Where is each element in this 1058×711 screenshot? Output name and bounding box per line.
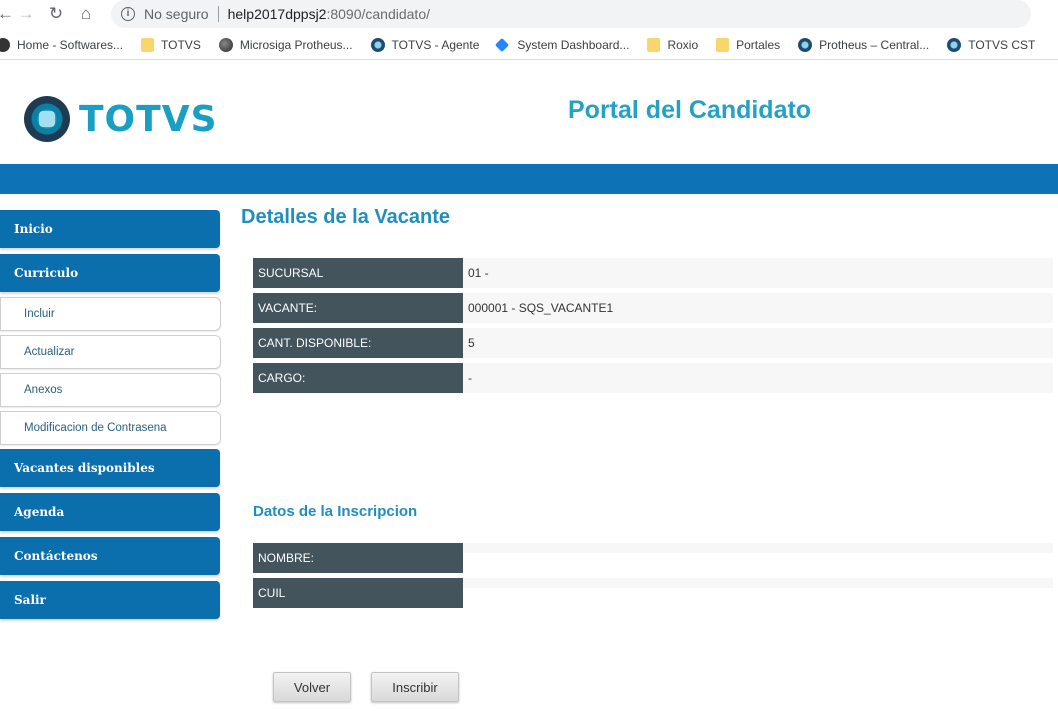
bookmark-label: System Dashboard... bbox=[517, 37, 630, 52]
globe-icon bbox=[218, 37, 233, 52]
detail-label: CANT. DISPONIBLE: bbox=[253, 328, 463, 358]
bookmark-label: TOTVS CST bbox=[968, 37, 1036, 52]
address-separator bbox=[217, 6, 219, 22]
info-icon[interactable]: i bbox=[121, 7, 135, 21]
detail-value: 5 bbox=[463, 328, 1053, 358]
detail-row-cargo: CARGO: - bbox=[253, 363, 1053, 393]
inscription-value bbox=[463, 543, 1053, 553]
sidebar-subitem-anexos[interactable]: Anexos bbox=[0, 373, 221, 407]
inscribir-button[interactable]: Inscribir bbox=[371, 672, 459, 702]
bookmark-portales[interactable]: Portales bbox=[716, 37, 781, 52]
inscription-section-title: Datos de la Inscripcion bbox=[253, 503, 418, 520]
totvs-logo-icon bbox=[24, 96, 70, 142]
back-arrow-icon[interactable]: ← bbox=[0, 0, 14, 28]
volver-button[interactable]: Volver bbox=[273, 672, 351, 702]
sidebar-item-contactenos[interactable]: Contáctenos bbox=[0, 537, 220, 575]
bookmark-totvs[interactable]: TOTVS bbox=[141, 37, 201, 52]
sidebar-item-curriculo[interactable]: Curriculo bbox=[0, 254, 220, 292]
bookmark-label: Portales bbox=[736, 37, 781, 52]
bookmark-system-dashboard[interactable]: System Dashboard... bbox=[495, 37, 630, 52]
bookmark-protheus-central[interactable]: Protheus – Central... bbox=[798, 37, 930, 52]
detail-row-vacante: VACANTE: 000001 - SQS_VACANTE1 bbox=[253, 293, 1053, 323]
totvs-logo: TOTVS bbox=[24, 96, 218, 142]
address-bar[interactable]: i No seguro help2017dppsj2:8090/candidat… bbox=[111, 0, 1031, 28]
jira-icon bbox=[495, 37, 510, 52]
totvs-icon bbox=[798, 37, 813, 52]
inscription-row-cuil: CUIL bbox=[253, 578, 1053, 608]
header-bar bbox=[0, 164, 1058, 194]
url-path: :8090/candidato/ bbox=[326, 6, 430, 22]
sidebar-item-salir[interactable]: Salir bbox=[0, 581, 220, 619]
bookmark-microsiga[interactable]: Microsiga Protheus... bbox=[218, 37, 353, 52]
reload-icon[interactable]: ↻ bbox=[41, 0, 71, 28]
totvs-icon bbox=[370, 37, 385, 52]
bookmark-roxio[interactable]: Roxio bbox=[647, 37, 699, 52]
logo-text: TOTVS bbox=[79, 98, 218, 140]
inscription-row-nombre: NOMBRE: bbox=[253, 543, 1053, 573]
home-icon[interactable]: ⌂ bbox=[71, 0, 101, 28]
bookmark-label: TOTVS bbox=[161, 37, 201, 52]
home-bookmark-icon bbox=[0, 37, 10, 52]
portal-title: Portal del Candidato bbox=[568, 96, 812, 124]
bookmark-totvs-agente[interactable]: TOTVS - Agente bbox=[370, 37, 480, 52]
sidebar-subitem-incluir[interactable]: Incluir bbox=[0, 297, 221, 331]
browser-toolbar: ← → ↻ ⌂ i No seguro help2017dppsj2:8090/… bbox=[0, 0, 1058, 28]
bookmarks-bar: Home - Softwares... TOTVS Microsiga Prot… bbox=[0, 30, 1058, 60]
security-label: No seguro bbox=[144, 6, 209, 22]
detail-row-cant-disponible: CANT. DISPONIBLE: 5 bbox=[253, 328, 1053, 358]
sidebar-item-vacantes-disponibles[interactable]: Vacantes disponibles bbox=[0, 449, 220, 487]
page-title: Detalles de la Vacante bbox=[241, 206, 451, 228]
folder-icon bbox=[141, 37, 155, 52]
sidebar-subitem-actualizar[interactable]: Actualizar bbox=[0, 335, 221, 369]
bookmark-label: Roxio bbox=[667, 37, 699, 52]
detail-label: SUCURSAL bbox=[253, 258, 463, 288]
sidebar-item-inicio[interactable]: Inicio bbox=[0, 210, 220, 248]
bookmark-label: Microsiga Protheus... bbox=[239, 37, 353, 52]
detail-label: CARGO: bbox=[253, 363, 463, 393]
folder-icon bbox=[647, 37, 661, 52]
forward-arrow-icon[interactable]: → bbox=[11, 0, 41, 28]
inscription-value bbox=[463, 578, 1053, 588]
folder-icon bbox=[716, 37, 730, 52]
bookmark-label: TOTVS - Agente bbox=[391, 37, 480, 52]
detail-row-sucursal: SUCURSAL 01 - bbox=[253, 258, 1053, 288]
bookmark-totvs-cst[interactable]: TOTVS CST bbox=[947, 37, 1036, 52]
inscription-label: CUIL bbox=[253, 578, 463, 608]
sidebar-item-agenda[interactable]: Agenda bbox=[0, 493, 220, 531]
detail-label: VACANTE: bbox=[253, 293, 463, 323]
bookmark-label: Home - Softwares... bbox=[17, 37, 124, 52]
detail-value: - bbox=[463, 363, 1053, 393]
bookmark-home[interactable]: Home - Softwares... bbox=[0, 37, 124, 52]
totvs-icon bbox=[947, 37, 962, 52]
sidebar-subitem-modificacion-contrasena[interactable]: Modificacion de Contrasena bbox=[0, 411, 221, 445]
detail-value: 01 - bbox=[463, 258, 1053, 288]
url-host: help2017dppsj2 bbox=[227, 6, 327, 22]
inscription-label: NOMBRE: bbox=[253, 543, 463, 573]
portal-header: TOTVS Portal del Candidato bbox=[0, 63, 1058, 164]
bookmark-label: Protheus – Central... bbox=[819, 37, 930, 52]
detail-value: 000001 - SQS_VACANTE1 bbox=[463, 293, 1053, 323]
